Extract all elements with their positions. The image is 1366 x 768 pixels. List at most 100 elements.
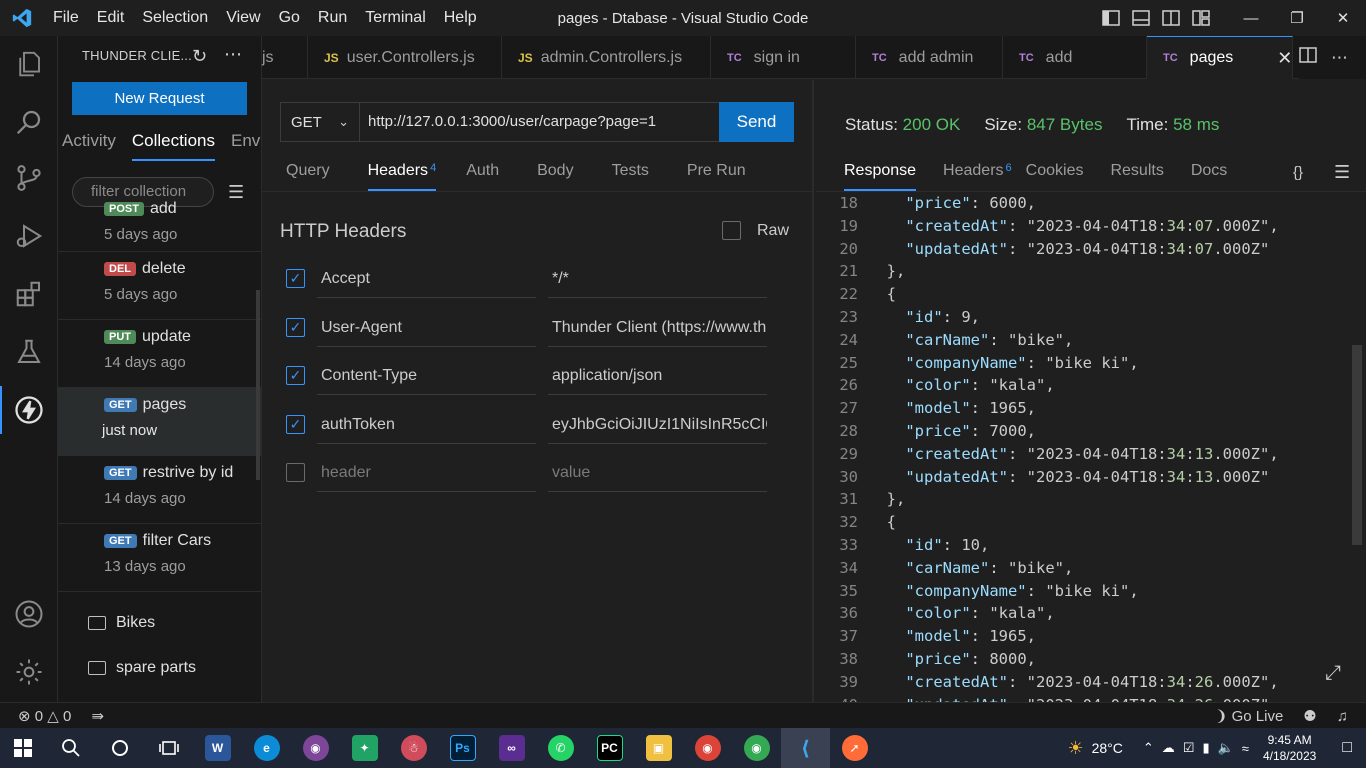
tab-sign-in[interactable]: TC sign in [711, 36, 856, 79]
tab-response[interactable]: Response [844, 162, 917, 191]
volume-icon[interactable]: 🔈 [1218, 740, 1234, 756]
chrome-dev-icon[interactable]: ◉ [683, 728, 732, 768]
onedrive-icon[interactable]: ☁ [1162, 740, 1175, 756]
header-enabled-checkbox[interactable]: ✓ [286, 415, 305, 434]
weather-temp[interactable]: 28°C [1092, 740, 1123, 756]
new-request-button[interactable]: New Request [72, 82, 247, 115]
clock[interactable]: 9:45 AM 4/18/2023 [1263, 732, 1316, 764]
toggle-panel-icon[interactable] [1126, 0, 1156, 36]
search-icon[interactable] [0, 98, 58, 146]
list-item[interactable]: GET pages just now [58, 388, 261, 456]
word-icon[interactable]: W [193, 728, 242, 768]
broadcast-icon[interactable]: ⇛ [91, 707, 104, 725]
security-icon[interactable]: ☑ [1183, 740, 1195, 756]
tab-activity[interactable]: Activity [62, 131, 116, 161]
extensions-icon[interactable] [0, 270, 58, 318]
menu-view[interactable]: View [217, 9, 269, 27]
raw-toggle[interactable]: Raw [722, 221, 789, 240]
edge-icon[interactable]: e [242, 728, 291, 768]
tab-cookies[interactable]: Cookies [1026, 162, 1084, 191]
task-view-icon[interactable] [144, 728, 193, 768]
header-key-field[interactable]: authToken [317, 406, 536, 444]
run-debug-icon[interactable] [0, 212, 58, 260]
photoshop-icon[interactable]: Ps [438, 728, 487, 768]
battery-icon[interactable]: ▮ [1202, 740, 1209, 756]
tab-add[interactable]: TC add [1003, 36, 1147, 79]
minimize-icon[interactable]: — [1228, 0, 1274, 36]
vscode-taskbar-icon[interactable]: ⟨ [781, 728, 830, 768]
header-key-field[interactable]: Content-Type [317, 357, 536, 395]
refresh-icon[interactable]: ↻ [192, 46, 207, 67]
thunder-client-icon[interactable] [0, 386, 58, 434]
settings-gear-icon[interactable] [0, 648, 58, 696]
visual-studio-icon[interactable]: ∞ [487, 728, 536, 768]
header-enabled-checkbox[interactable] [286, 463, 305, 482]
customize-layout-icon[interactable] [1186, 0, 1216, 36]
pycharm-icon[interactable]: PC [585, 728, 634, 768]
show-hidden-icons-icon[interactable]: ⌃ [1143, 740, 1154, 756]
menu-help[interactable]: Help [435, 9, 486, 27]
header-value-field[interactable]: Thunder Client (https://www.thu [548, 309, 767, 347]
tab-js[interactable]: js [262, 36, 308, 79]
header-enabled-checkbox[interactable]: ✓ [286, 366, 305, 385]
response-menu-icon[interactable]: ☰ [1334, 162, 1350, 183]
header-enabled-checkbox[interactable]: ✓ [286, 269, 305, 288]
list-item[interactable]: DEL delete 5 days ago [58, 252, 261, 320]
url-input[interactable]: http://127.0.0.1:3000/user/carpage?page=… [359, 102, 720, 142]
tab-docs[interactable]: Docs [1191, 162, 1227, 191]
header-key-field[interactable]: Accept [317, 260, 536, 298]
wifi-icon[interactable]: ≈ [1242, 741, 1249, 756]
list-item[interactable]: GET restrive by id 14 days ago [58, 456, 261, 524]
menu-go[interactable]: Go [270, 9, 309, 27]
menu-run[interactable]: Run [309, 9, 356, 27]
tab-admin-controllers[interactable]: JS admin.Controllers.js [502, 36, 711, 79]
tab-query[interactable]: Query [286, 162, 330, 191]
chrome-icon[interactable]: ◉ [732, 728, 781, 768]
accounts-icon[interactable] [0, 590, 58, 638]
tab-add-admin[interactable]: TC add admin [856, 36, 1003, 79]
menu-edit[interactable]: Edit [88, 9, 134, 27]
problems-indicator[interactable]: ⊗ 0 △ 0 [18, 707, 71, 725]
tab-response-headers[interactable]: Headers 6 [943, 162, 1012, 191]
list-item[interactable]: GET filter Cars 13 days ago [58, 524, 261, 592]
tab-results[interactable]: Results [1110, 162, 1163, 191]
header-value-field[interactable]: eyJhbGciOiJIUzI1NiIsInR5cCI6Ik [548, 406, 767, 444]
sidebar-scrollbar[interactable] [256, 290, 260, 480]
header-value-field[interactable]: */* [548, 260, 767, 298]
split-editor-icon[interactable] [1299, 47, 1317, 68]
folder-spare-parts[interactable]: spare parts [88, 659, 196, 677]
tab-env[interactable]: Env [231, 131, 260, 161]
bell-icon[interactable]: ♫ [1337, 708, 1348, 725]
tor-browser-icon[interactable]: ◉ [291, 728, 340, 768]
tab-collections[interactable]: Collections [131, 131, 215, 161]
header-enabled-checkbox[interactable]: ✓ [286, 318, 305, 337]
accounts-status-icon[interactable]: ⚉ [1303, 707, 1316, 725]
file-explorer-icon[interactable]: ▣ [634, 728, 683, 768]
header-value-input[interactable]: value [548, 454, 767, 492]
header-value-field[interactable]: application/json [548, 357, 767, 395]
postman-icon[interactable]: ➚ [830, 728, 879, 768]
weather-icon[interactable]: ☀ [1067, 738, 1083, 759]
pycharm-green-icon[interactable]: ✦ [340, 728, 389, 768]
toggle-secondary-sidebar-icon[interactable] [1156, 0, 1186, 36]
tab-body[interactable]: Body [537, 162, 573, 191]
header-key-field[interactable]: User-Agent [317, 309, 536, 347]
expand-icon[interactable]: ⤢ [1325, 662, 1341, 685]
menu-selection[interactable]: Selection [133, 9, 217, 27]
windows-start-icon[interactable] [0, 728, 46, 768]
folder-bikes[interactable]: Bikes [88, 614, 155, 632]
search-icon[interactable] [46, 728, 95, 768]
tab-auth[interactable]: Auth [466, 162, 499, 191]
header-key-input[interactable]: header [317, 454, 536, 492]
send-button[interactable]: Send [719, 102, 794, 142]
tab-tests[interactable]: Tests [612, 162, 649, 191]
more-actions-icon[interactable]: ⋯ [1331, 48, 1348, 68]
close-icon[interactable]: ✕ [1277, 48, 1292, 69]
mongodb-compass-icon[interactable]: ☃ [389, 728, 438, 768]
cortana-icon[interactable] [95, 728, 144, 768]
menu-terminal[interactable]: Terminal [356, 9, 434, 27]
raw-checkbox[interactable] [722, 221, 741, 240]
tab-headers[interactable]: Headers 4 [367, 162, 437, 191]
close-window-icon[interactable]: ✕ [1320, 0, 1366, 36]
restore-icon[interactable]: ❐ [1274, 0, 1320, 36]
